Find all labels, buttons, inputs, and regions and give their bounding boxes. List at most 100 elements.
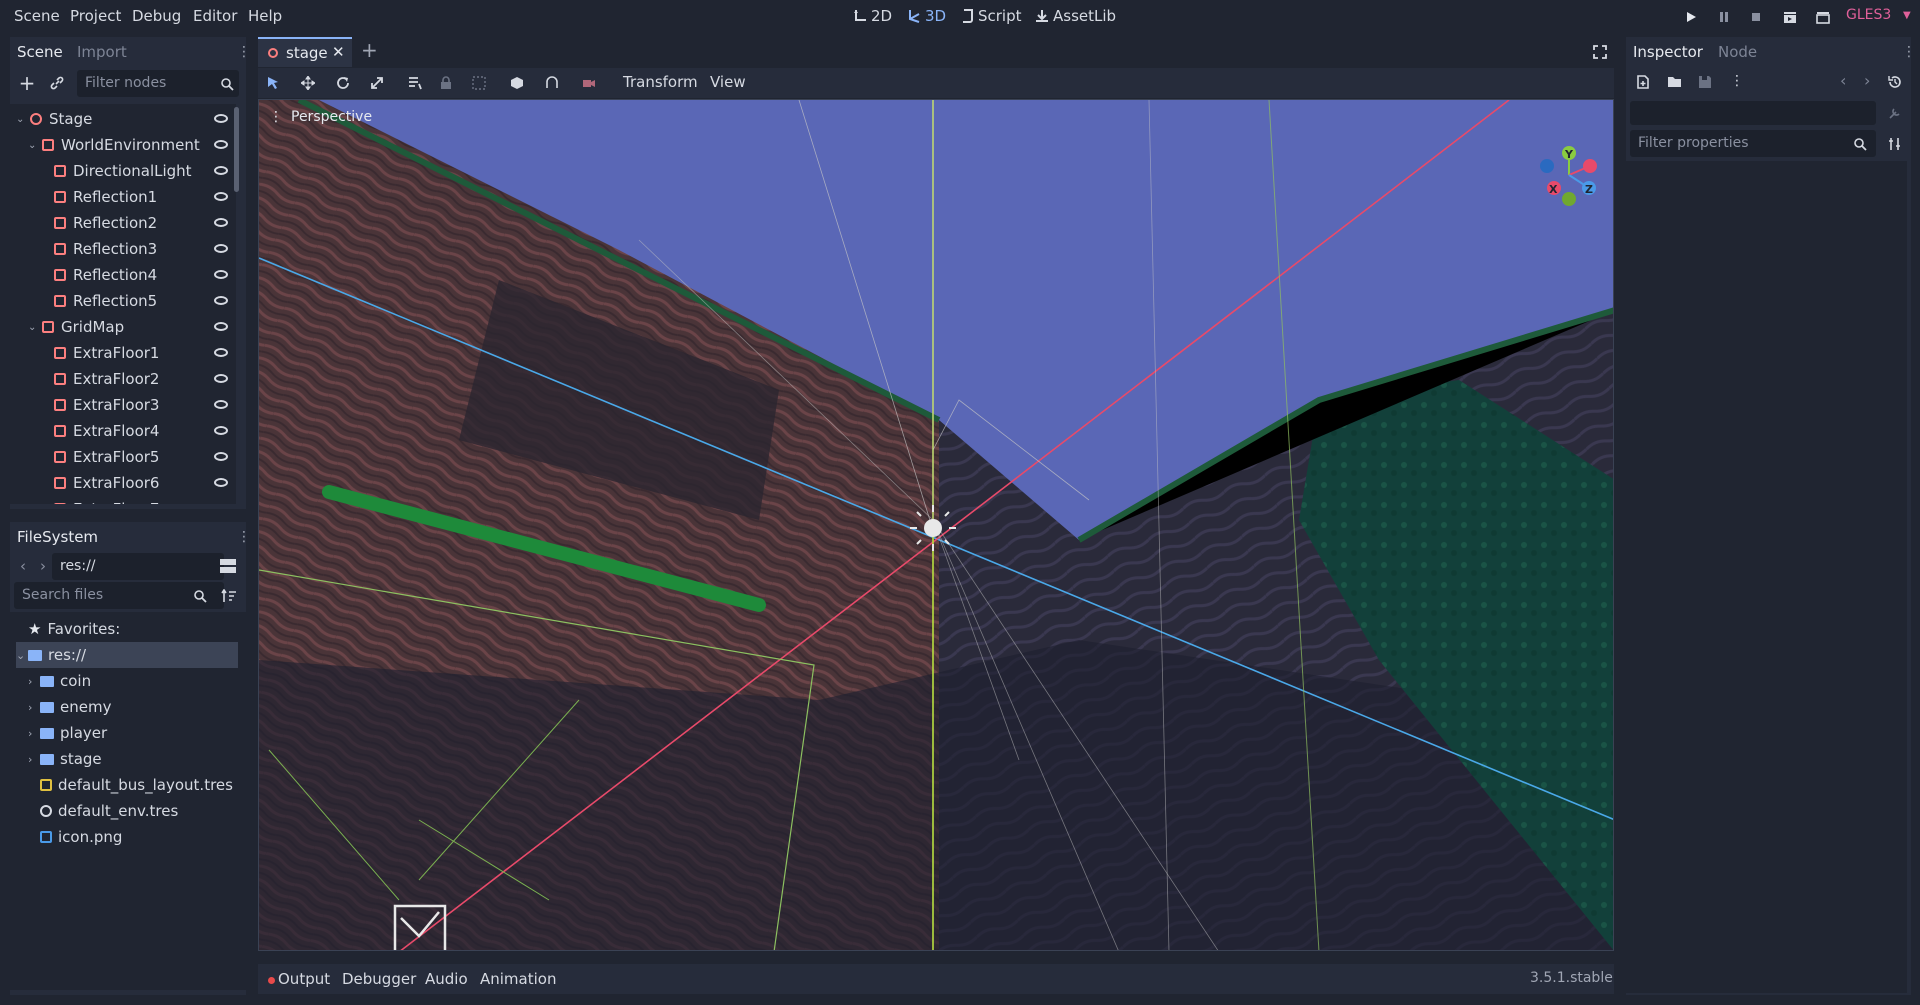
visibility-eye-icon[interactable] <box>214 348 228 357</box>
instance-scene-button[interactable] <box>47 73 67 93</box>
chevron-right-icon[interactable]: › <box>28 753 40 766</box>
scene-tree-item[interactable]: ExtraFloor5 <box>40 444 216 470</box>
scene-tree-item[interactable]: Reflection2 <box>40 210 216 236</box>
chevron-right-icon[interactable]: › <box>1864 71 1870 90</box>
file-tree-item[interactable]: ⌄ res:// <box>16 642 238 668</box>
visibility-eye-icon[interactable] <box>214 192 228 201</box>
chevron-left-icon[interactable]: ‹ <box>1840 71 1846 90</box>
chevron-right-icon[interactable]: › <box>40 557 46 575</box>
workspace-tab-3d[interactable]: 3D <box>907 7 946 25</box>
bottom-tab-debugger[interactable]: Debugger <box>342 970 416 988</box>
visibility-eye-icon[interactable] <box>214 270 228 279</box>
bottom-tab-animation[interactable]: Animation <box>480 970 556 988</box>
list-select-icon[interactable] <box>408 76 422 90</box>
tab-import[interactable]: Import <box>77 43 127 61</box>
visibility-eye-icon[interactable] <box>214 296 228 305</box>
menu-scene[interactable]: Scene <box>14 7 60 25</box>
visibility-eye-icon[interactable] <box>214 244 228 253</box>
sort-icon[interactable] <box>221 589 237 603</box>
object-properties-icon[interactable] <box>1888 106 1902 120</box>
add-node-button[interactable]: + <box>17 71 37 95</box>
filter-properties-input[interactable]: Filter properties <box>1630 130 1876 157</box>
chevron-left-icon[interactable]: ‹ <box>20 557 26 575</box>
workspace-tab-script[interactable]: Script <box>961 7 1022 25</box>
bottom-tab-output[interactable]: Output <box>278 970 330 988</box>
scene-tree-item[interactable]: ExtraFloor7 <box>40 496 216 504</box>
scene-tree-item[interactable]: Reflection5 <box>40 288 216 314</box>
move-tool-icon[interactable] <box>301 76 315 90</box>
path-field[interactable]: res:// <box>52 553 224 580</box>
play-custom-scene-button[interactable] <box>1813 7 1833 27</box>
tab-scene[interactable]: Scene <box>17 43 63 61</box>
scene-tree-item[interactable]: DirectionalLight <box>40 158 216 184</box>
scene-tree-scrollbar[interactable] <box>234 107 239 192</box>
snap-icon[interactable] <box>545 76 559 90</box>
scene-tree-item[interactable]: ExtraFloor2 <box>40 366 216 392</box>
pause-button[interactable] <box>1714 7 1734 27</box>
file-tree-item[interactable]: › stage <box>28 746 240 772</box>
viewport-menu[interactable]: ⋮ Perspective <box>269 109 372 125</box>
scene-tree-item[interactable]: ⌄ WorldEnvironment <box>28 132 216 158</box>
visibility-eye-icon[interactable] <box>214 400 228 409</box>
menu-project[interactable]: Project <box>70 7 121 25</box>
scene-tree-item[interactable]: Reflection4 <box>40 262 216 288</box>
scene-tree-item[interactable]: ExtraFloor1 <box>40 340 216 366</box>
file-tree-item[interactable]: › player <box>28 720 240 746</box>
chevron-down-icon[interactable]: ⌄ <box>28 322 40 333</box>
3d-viewport[interactable]: Y X Z ⋮ Perspective <box>258 99 1614 951</box>
scene-tree-item[interactable]: ExtraFloor3 <box>40 392 216 418</box>
fullscreen-icon[interactable] <box>1593 45 1607 59</box>
bottom-tab-audio[interactable]: Audio <box>425 970 468 988</box>
file-tree-item[interactable]: default_bus_layout.tres <box>28 772 240 798</box>
visibility-eye-icon[interactable] <box>214 452 228 461</box>
scene-tab-stage[interactable]: stage ✕ <box>258 37 352 67</box>
view-menu[interactable]: View <box>710 73 746 91</box>
open-folder-icon[interactable] <box>1667 75 1682 89</box>
scene-tree-item[interactable]: ExtraFloor4 <box>40 418 216 444</box>
play-button[interactable] <box>1681 7 1701 27</box>
property-settings-icon[interactable] <box>1888 137 1902 151</box>
history-icon[interactable] <box>1888 75 1902 89</box>
file-tree-item[interactable]: › coin <box>28 668 240 694</box>
chevron-right-icon[interactable]: › <box>28 727 40 740</box>
chevron-right-icon[interactable]: › <box>28 701 40 714</box>
menu-debug[interactable]: Debug <box>132 7 181 25</box>
scene-tree-item[interactable]: Reflection3 <box>40 236 216 262</box>
chevron-down-icon[interactable]: ⌄ <box>16 649 28 662</box>
scale-tool-icon[interactable] <box>370 76 384 90</box>
rotate-tool-icon[interactable] <box>336 76 350 90</box>
visibility-eye-icon[interactable] <box>214 218 228 227</box>
workspace-tab-2d[interactable]: 2D <box>853 7 892 25</box>
favorites-row[interactable]: ★ Favorites: <box>28 616 120 642</box>
visibility-eye-icon[interactable] <box>214 114 228 123</box>
stop-button[interactable] <box>1746 7 1766 27</box>
chevron-down-icon[interactable]: ⌄ <box>16 114 28 125</box>
file-tree-item[interactable]: icon.png <box>28 824 240 850</box>
dock-menu-icon[interactable]: ⋮ <box>237 529 251 545</box>
menu-editor[interactable]: Editor <box>193 7 237 25</box>
dock-menu-icon[interactable]: ⋮ <box>1902 44 1916 60</box>
chevron-down-icon[interactable]: ⌄ <box>28 140 40 151</box>
chevron-right-icon[interactable]: › <box>28 675 40 688</box>
add-tab-icon[interactable]: + <box>361 38 378 62</box>
group-icon[interactable] <box>472 76 486 90</box>
visibility-eye-icon[interactable] <box>214 166 228 175</box>
scene-tree-item[interactable]: ⌄ Stage <box>16 106 216 132</box>
visibility-eye-icon[interactable] <box>214 322 228 331</box>
visibility-eye-icon[interactable] <box>214 140 228 149</box>
scene-tree-item[interactable]: ExtraFloor6 <box>40 470 216 496</box>
transform-menu[interactable]: Transform <box>623 73 698 91</box>
play-scene-button[interactable] <box>1780 7 1800 27</box>
dock-menu-icon[interactable]: ⋮ <box>237 44 251 60</box>
split-view-icon[interactable] <box>220 559 236 573</box>
visibility-eye-icon[interactable] <box>214 426 228 435</box>
file-tree-item[interactable]: › enemy <box>28 694 240 720</box>
local-space-icon[interactable] <box>510 76 524 90</box>
tab-inspector[interactable]: Inspector <box>1633 43 1703 61</box>
visibility-eye-icon[interactable] <box>214 478 228 487</box>
file-tree-item[interactable]: default_env.tres <box>28 798 240 824</box>
new-resource-icon[interactable] <box>1636 75 1650 89</box>
renderer-selector[interactable]: GLES3 <box>1846 7 1891 23</box>
save-icon[interactable] <box>1698 75 1712 89</box>
scene-tree-item[interactable]: ⌄ GridMap <box>28 314 216 340</box>
